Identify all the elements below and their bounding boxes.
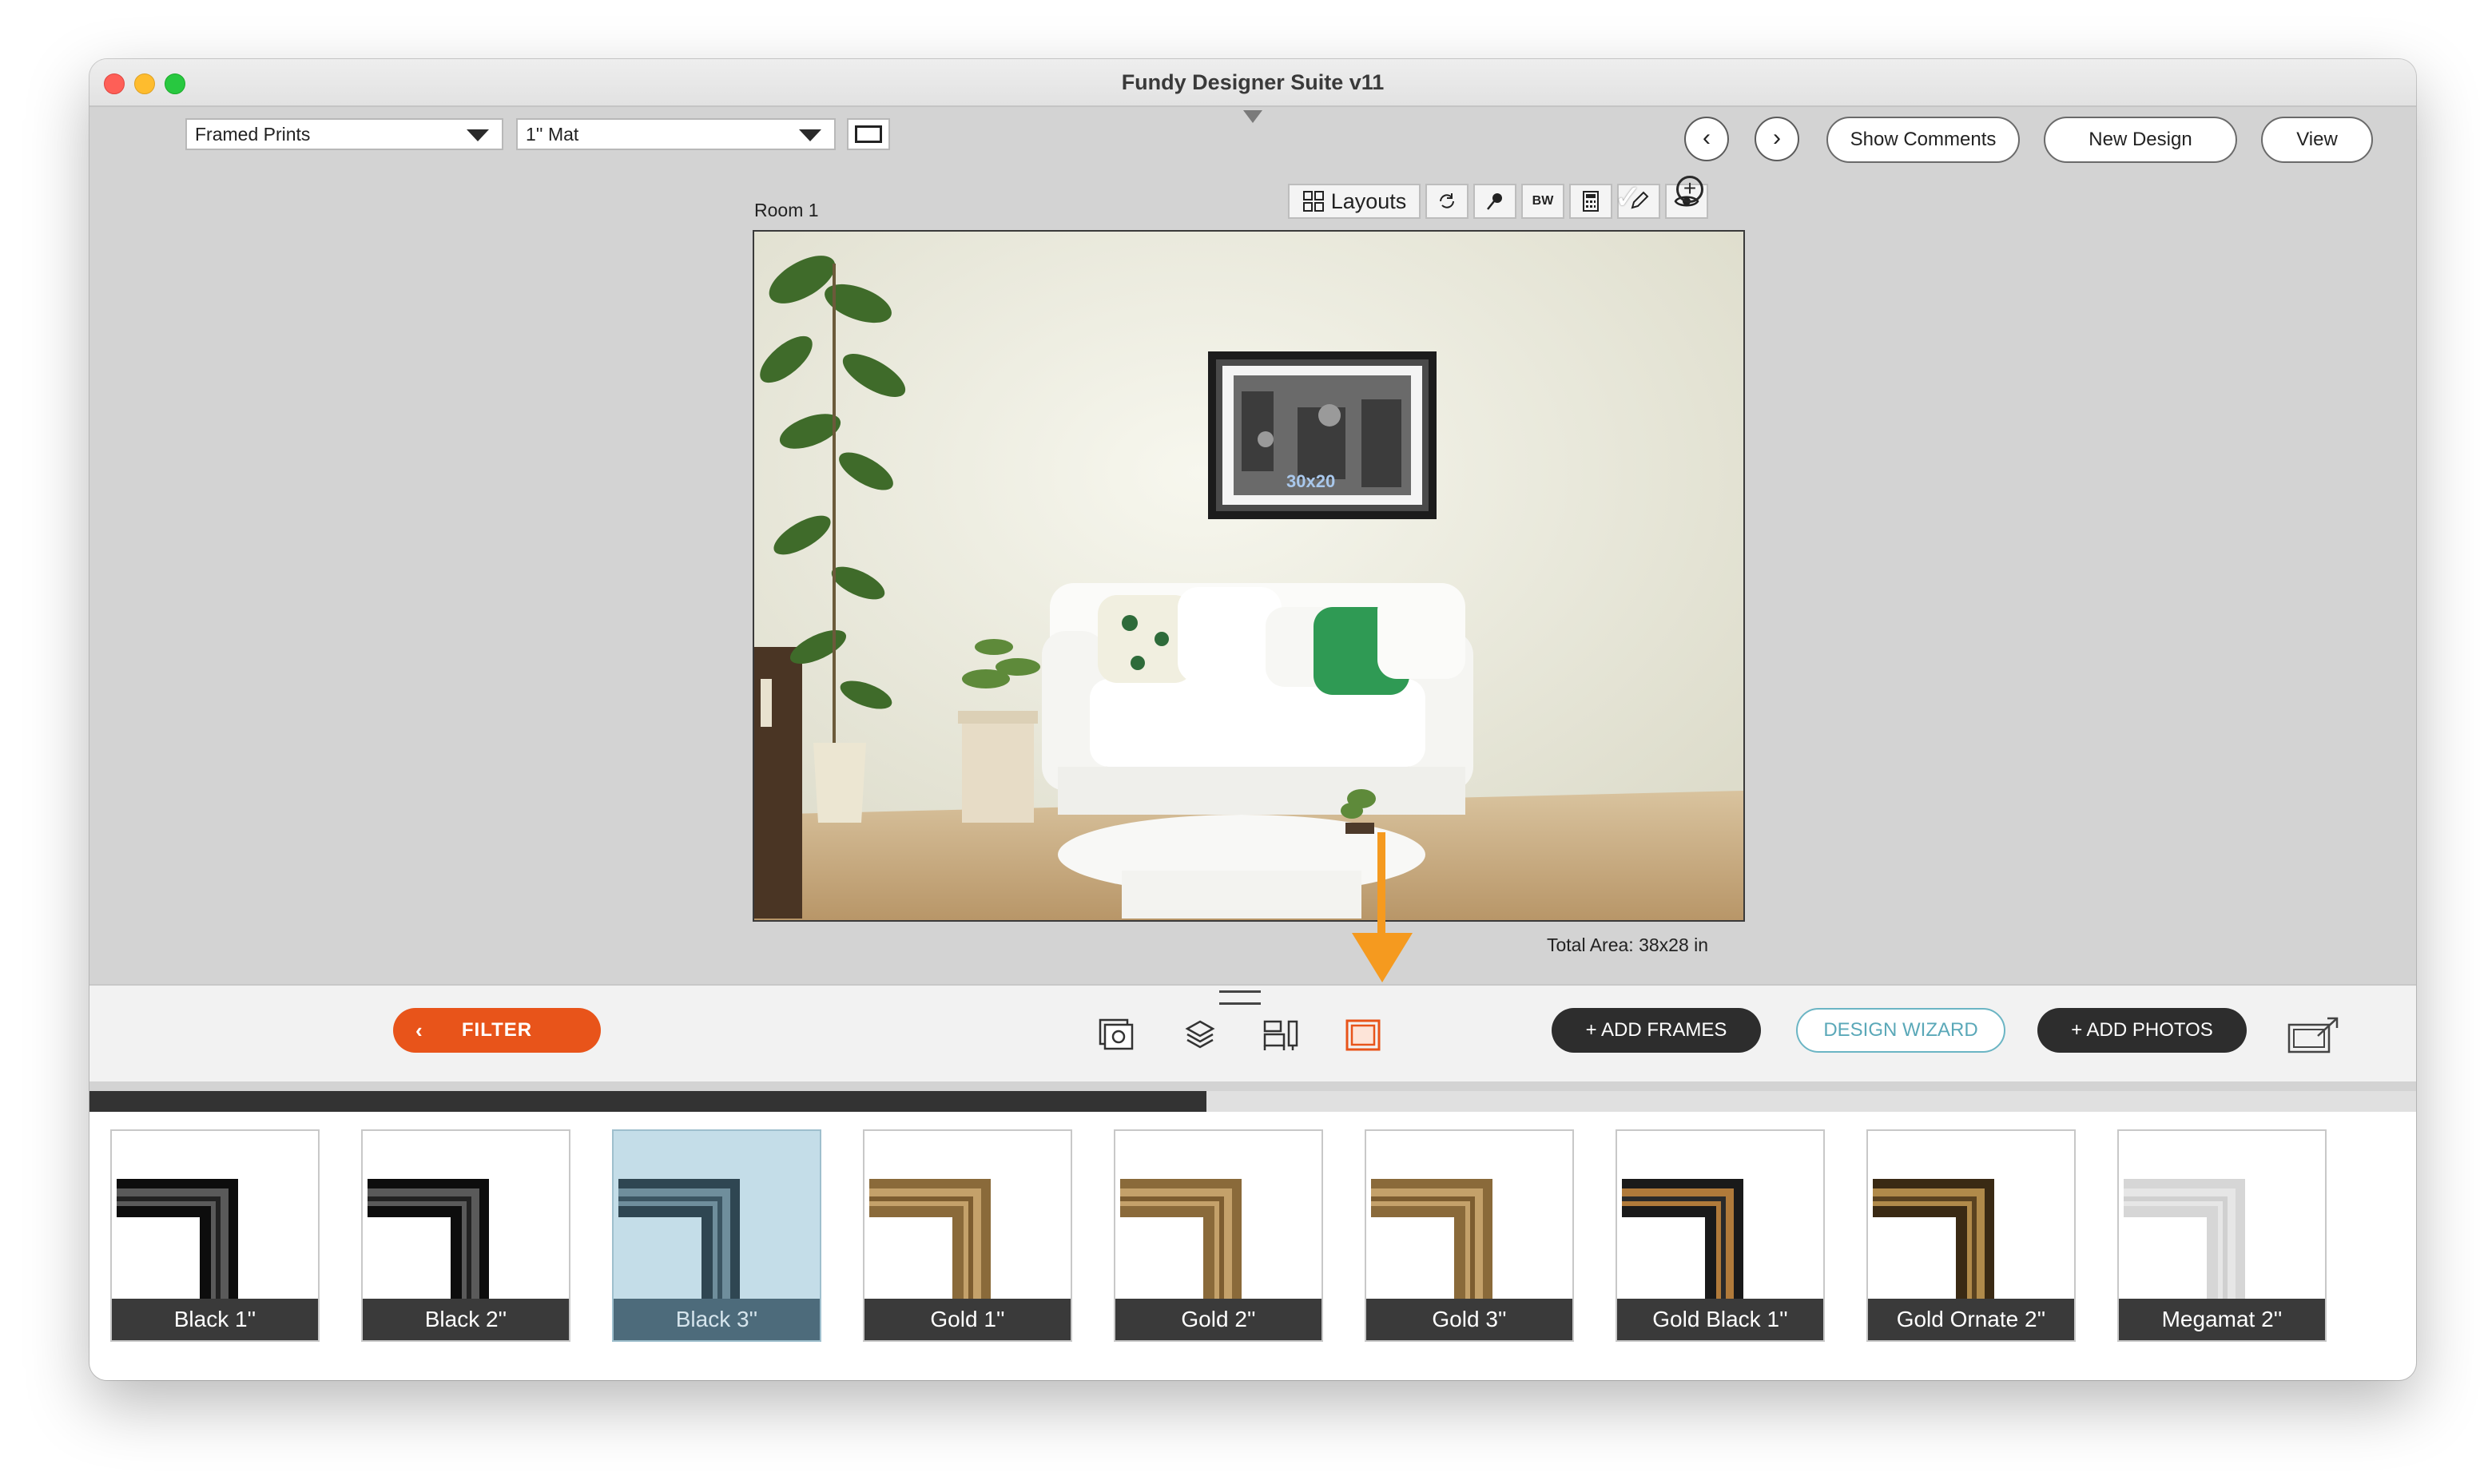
add-frames-button[interactable]: + ADD FRAMES: [1552, 1008, 1761, 1053]
mat-select[interactable]: 1'' Mat: [516, 118, 836, 150]
frame-tile-label: Gold Ornate 2'': [1868, 1299, 2074, 1340]
rotate-icon: [1440, 193, 1454, 208]
frame-corner-swatch: [1873, 1179, 1994, 1307]
frame-tile-label: Gold Black 1'': [1617, 1299, 1823, 1340]
product-select-value: Framed Prints: [195, 124, 311, 145]
view-button[interactable]: View: [2261, 117, 2373, 163]
layers-panel-button[interactable]: [1181, 1016, 1219, 1054]
export-button[interactable]: [2285, 1016, 2343, 1054]
room-label: Room 1: [754, 200, 819, 220]
rooms-panel-button[interactable]: [1262, 1016, 1301, 1054]
export-icon: [2287, 1017, 2339, 1053]
pin-icon: [1487, 193, 1502, 210]
chevron-down-icon: [799, 129, 821, 141]
resize-handle-icon[interactable]: [1219, 990, 1261, 1005]
new-design-button[interactable]: New Design: [2044, 117, 2237, 163]
frame-tile-label: Gold 3'': [1366, 1299, 1572, 1340]
frame-tile[interactable]: Black 1'': [110, 1129, 320, 1342]
frame-icon: [1345, 1019, 1381, 1051]
grid-icon: [1302, 191, 1324, 212]
frame-corner-swatch: [618, 1179, 740, 1307]
calculator-icon: [1583, 191, 1599, 212]
room-furniture-icon: [1263, 1020, 1298, 1050]
frame-tile-label: Black 3'': [614, 1299, 820, 1340]
filter-label: FILTER: [461, 1019, 533, 1041]
annotation-arrow-head: [1352, 933, 1413, 982]
frame-tile[interactable]: Gold 3'': [1365, 1129, 1574, 1342]
frame-tile-label: Black 1'': [112, 1299, 318, 1340]
window-title: Fundy Designer Suite v11: [1121, 70, 1385, 94]
frame-corner-swatch: [869, 1179, 991, 1307]
annotation-arrow-shaft: [1377, 832, 1385, 936]
frame-corner-swatch: [117, 1179, 238, 1307]
frame-tile[interactable]: Black 2'': [361, 1129, 570, 1342]
app-window: Fundy Designer Suite v11 Framed Prints 1…: [89, 59, 2416, 1380]
chevron-down-icon: [467, 129, 489, 141]
title-bar: Fundy Designer Suite v11: [89, 59, 2416, 107]
design-wizard-button[interactable]: DESIGN WIZARD: [1796, 1008, 2005, 1053]
layouts-label: Layouts: [1330, 188, 1407, 213]
add-room-plus-icon[interactable]: +: [1676, 176, 1703, 203]
scroll-progress-bar[interactable]: [89, 1091, 2416, 1112]
frame-shape-button[interactable]: [847, 118, 890, 150]
frame-tile[interactable]: Black 3'': [612, 1129, 821, 1342]
progress-fill: [89, 1091, 1206, 1112]
add-photos-button[interactable]: + ADD PHOTOS: [2037, 1008, 2247, 1053]
print-size-label: 30x20: [1286, 471, 1336, 491]
frame-tile-label: Megamat 2'': [2119, 1299, 2325, 1340]
product-select[interactable]: Framed Prints: [185, 118, 503, 150]
frame-corner-swatch: [1371, 1179, 1492, 1307]
frame-tile[interactable]: Gold Black 1'': [1616, 1129, 1825, 1342]
layouts-button[interactable]: Layouts: [1288, 184, 1421, 219]
photos-panel-button[interactable]: [1098, 1016, 1136, 1054]
frame-tile[interactable]: Gold 1'': [863, 1129, 1072, 1342]
previous-button[interactable]: ‹: [1684, 117, 1729, 161]
frame-corner-swatch: [2124, 1179, 2245, 1307]
mat-select-value: 1'' Mat: [526, 124, 579, 145]
frame-tile[interactable]: Gold Ornate 2'': [1866, 1129, 2076, 1342]
rotate-button[interactable]: [1425, 184, 1469, 219]
calculator-button[interactable]: [1569, 184, 1612, 219]
annotation-arrow-icon: [1352, 832, 1413, 992]
rectangle-icon: [855, 125, 882, 143]
room-toolbar: Layouts BW: [1288, 184, 1708, 219]
photo-stack-icon: [1099, 1018, 1134, 1050]
room-scene-image: [754, 232, 1743, 920]
collapse-panel-arrow-icon[interactable]: [1243, 110, 1262, 123]
frame-tile[interactable]: Megamat 2'': [2117, 1129, 2327, 1342]
frame-tile[interactable]: Gold 2'': [1114, 1129, 1323, 1342]
black-white-button[interactable]: BW: [1521, 184, 1564, 219]
pin-button[interactable]: [1473, 184, 1516, 219]
frame-corner-swatch: [1120, 1179, 1242, 1307]
frame-tile-label: Gold 2'': [1115, 1299, 1321, 1340]
next-button[interactable]: ›: [1755, 117, 1799, 161]
frame-tile-label: Black 2'': [363, 1299, 569, 1340]
frame-tile-label: Gold 1'': [864, 1299, 1071, 1340]
chevron-left-icon: ‹: [415, 1018, 423, 1042]
frame-corner-swatch: [368, 1179, 489, 1307]
frames-panel-button[interactable]: [1344, 1016, 1382, 1054]
room-preview[interactable]: 30x20: [753, 230, 1745, 922]
checkmark-icon[interactable]: ✓: [1614, 177, 1642, 216]
frame-corner-swatch: [1622, 1179, 1743, 1307]
filter-button[interactable]: ‹ FILTER: [393, 1008, 601, 1053]
show-comments-button[interactable]: Show Comments: [1826, 117, 2020, 163]
layers-icon: [1185, 1020, 1215, 1049]
total-area-label: Total Area: 38x28 in: [1547, 934, 1709, 955]
